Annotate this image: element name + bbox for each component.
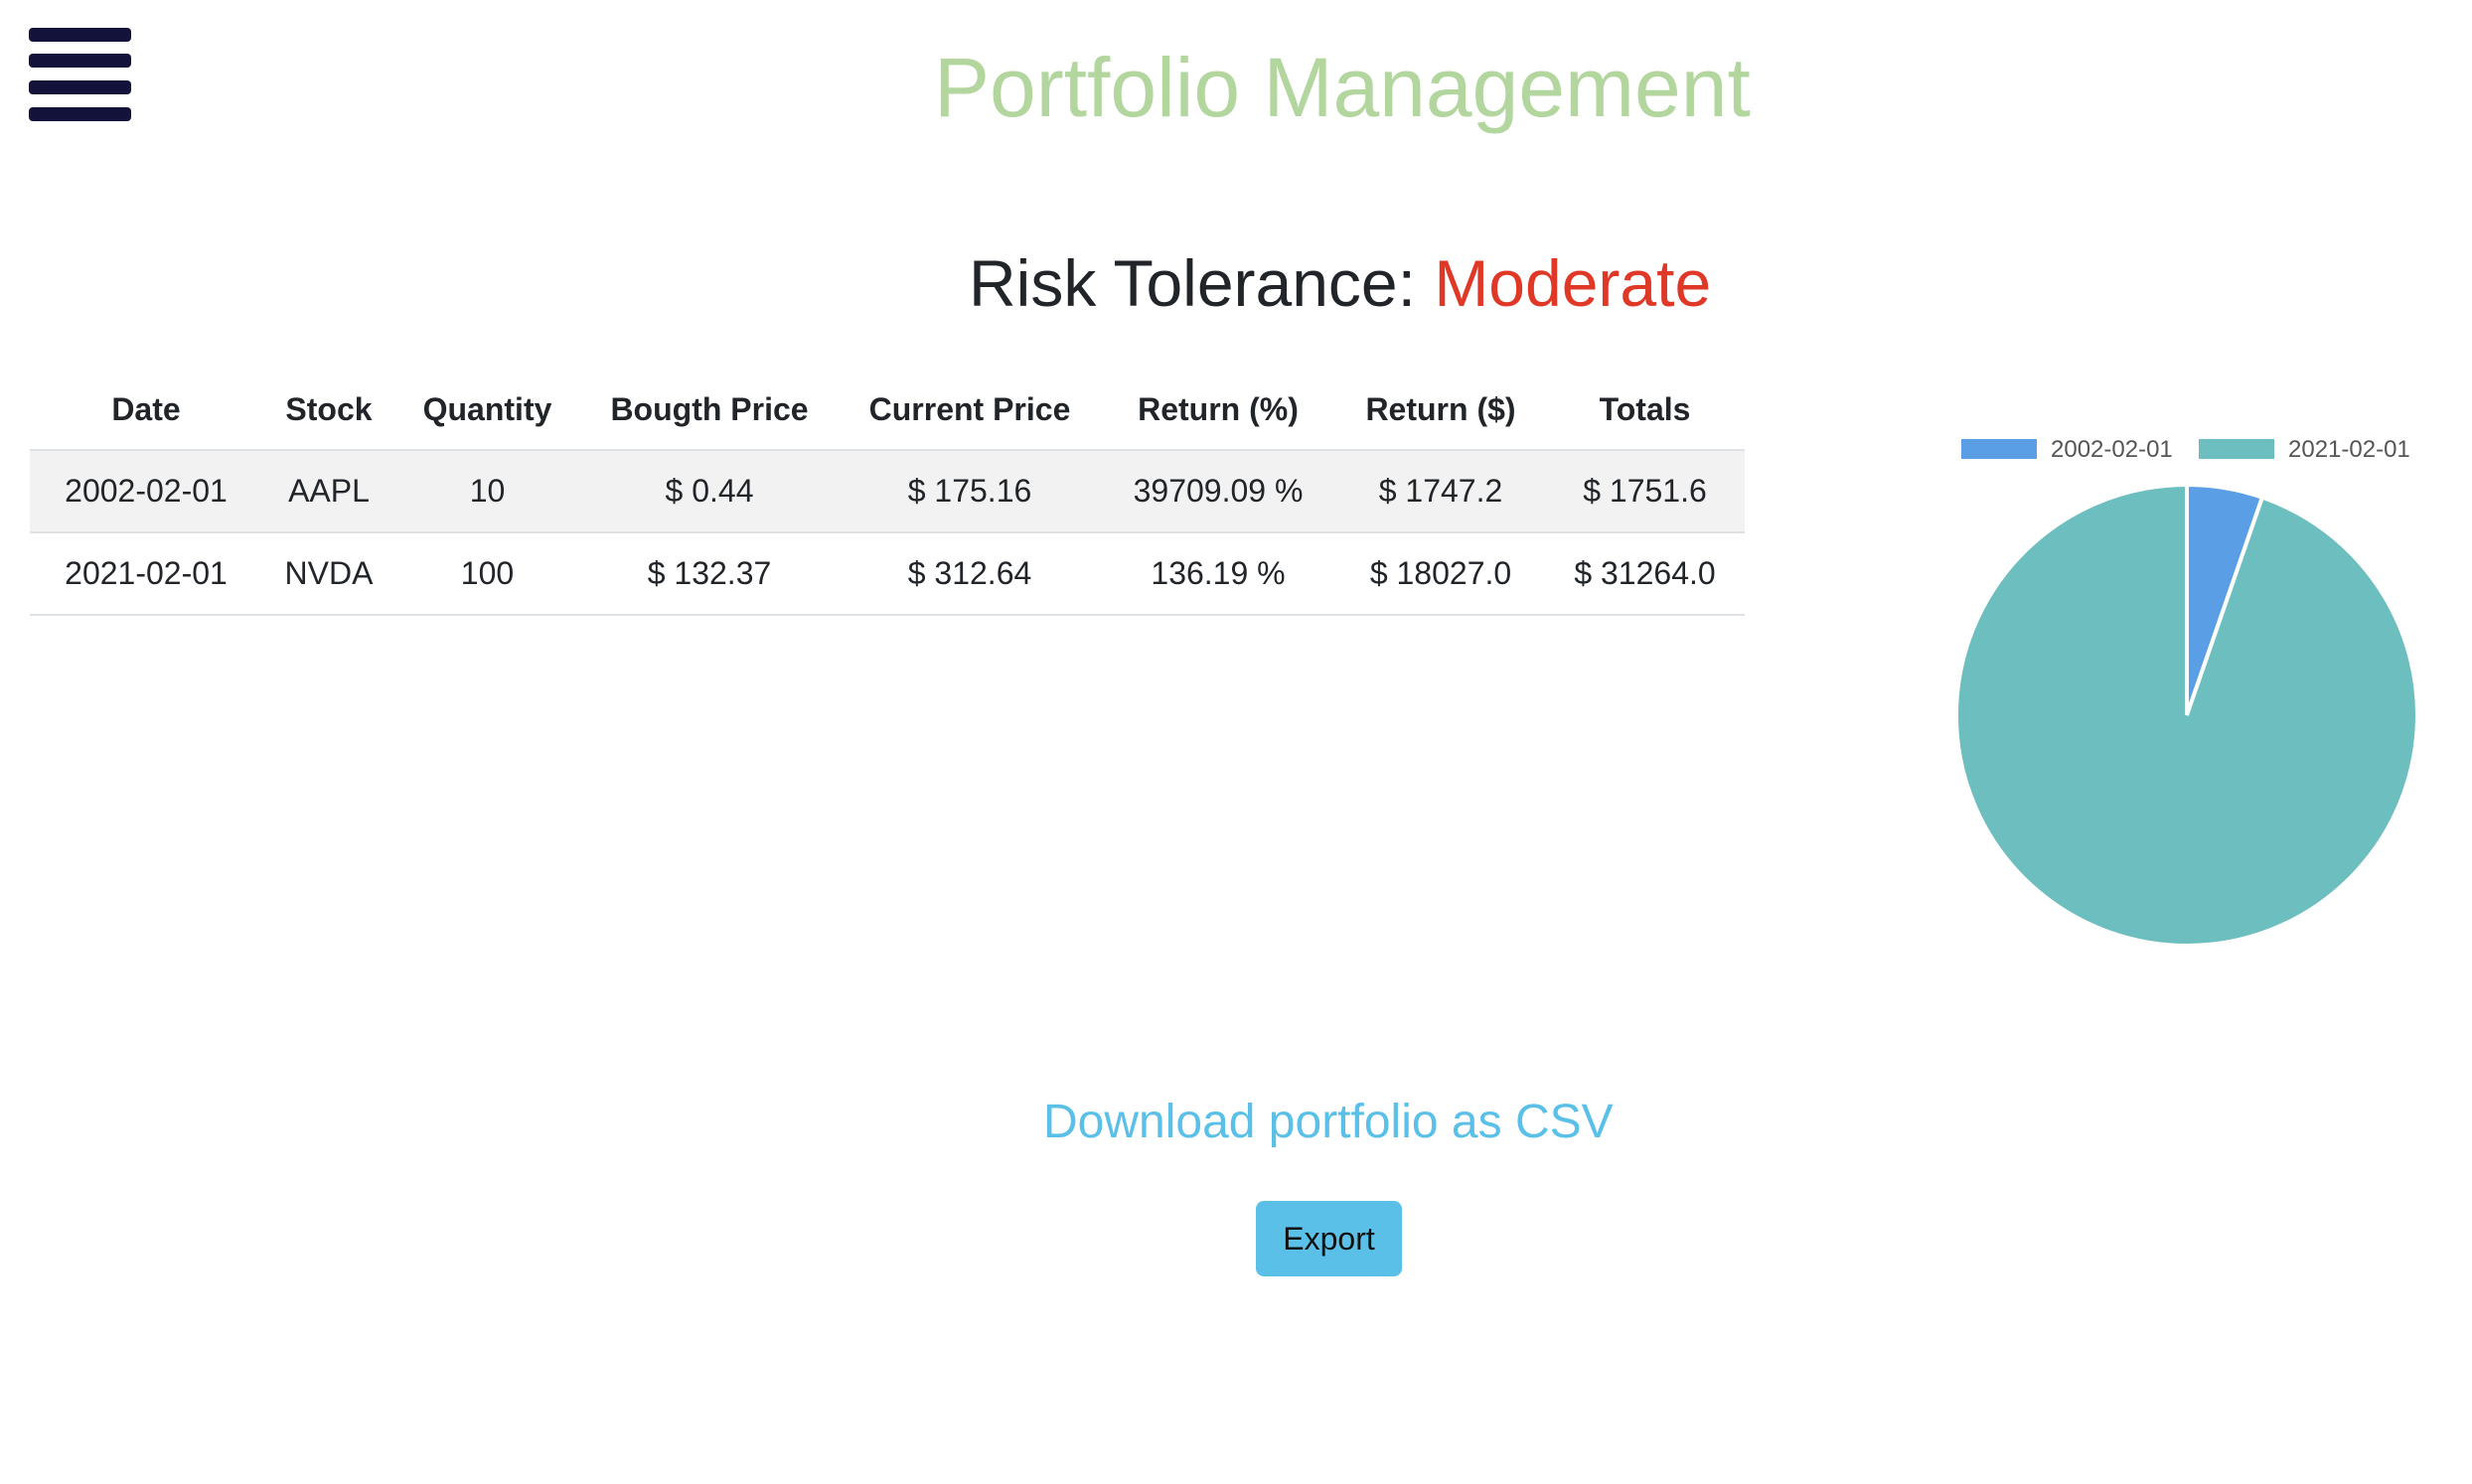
export-button[interactable]: Export: [1256, 1201, 1402, 1276]
header-stock: Stock: [262, 370, 395, 451]
cell-stock: AAPL: [262, 450, 395, 533]
cell-quantity: 100: [395, 532, 579, 616]
legend-swatch: [2199, 439, 2274, 459]
risk-tolerance-value: Moderate: [1434, 246, 1712, 320]
header-date: Date: [30, 370, 262, 451]
table-row: 2021-02-01 NVDA 100 $ 132.37 $ 312.64 13…: [30, 532, 1745, 616]
header-quantity: Quantity: [395, 370, 579, 451]
cell-return-dollar: $ 18027.0: [1336, 532, 1545, 616]
table-row: 2002-02-01 AAPL 10 $ 0.44 $ 175.16 39709…: [30, 450, 1745, 533]
cell-bought-price: $ 132.37: [579, 532, 840, 616]
cell-return-dollar: $ 1747.2: [1336, 450, 1545, 533]
cell-return-percent: 39709.09 %: [1100, 450, 1336, 533]
legend-label: 2021-02-01: [2288, 436, 2410, 463]
header-totals: Totals: [1545, 370, 1745, 451]
menu-bar-top: [29, 28, 131, 42]
header-current-price: Current Price: [840, 370, 1100, 451]
page-title: Portfolio Management: [934, 41, 1751, 134]
download-heading: Download portfolio as CSV: [1043, 1096, 1614, 1148]
table-header-row: Date Stock Quantity Bougth Price Current…: [30, 370, 1745, 451]
portfolio-pie-chart: 2002-02-01 2021-02-01: [1954, 436, 2419, 948]
cell-date: 2021-02-01: [30, 532, 262, 616]
cell-current-price: $ 175.16: [840, 450, 1100, 533]
cell-bought-price: $ 0.44: [579, 450, 840, 533]
legend-swatch: [1961, 439, 2037, 459]
cell-current-price: $ 312.64: [840, 532, 1100, 616]
header-return-dollar: Return ($): [1336, 370, 1545, 451]
legend-label: 2002-02-01: [2051, 436, 2173, 463]
cell-stock: NVDA: [262, 532, 395, 616]
cell-quantity: 10: [395, 450, 579, 533]
menu-bar-upper-middle: [29, 54, 131, 68]
risk-tolerance-label: Risk Tolerance:: [969, 246, 1416, 320]
pie-slice: [1954, 482, 2419, 948]
risk-tolerance: Risk Tolerance: Moderate: [969, 243, 1711, 323]
hamburger-menu-icon[interactable]: [29, 28, 131, 121]
menu-bar-bottom: [29, 107, 131, 121]
cell-totals: $ 31264.0: [1545, 532, 1745, 616]
pie-slices: [1954, 482, 2419, 948]
cell-totals: $ 1751.6: [1545, 450, 1745, 533]
portfolio-table: Date Stock Quantity Bougth Price Current…: [30, 370, 1745, 616]
cell-return-percent: 136.19 %: [1100, 532, 1336, 616]
header-return-percent: Return (%): [1100, 370, 1336, 451]
cell-date: 2002-02-01: [30, 450, 262, 533]
header-bought-price: Bougth Price: [579, 370, 840, 451]
menu-bar-lower-middle: [29, 80, 131, 94]
pie-legend: 2002-02-01 2021-02-01: [1961, 436, 2410, 463]
